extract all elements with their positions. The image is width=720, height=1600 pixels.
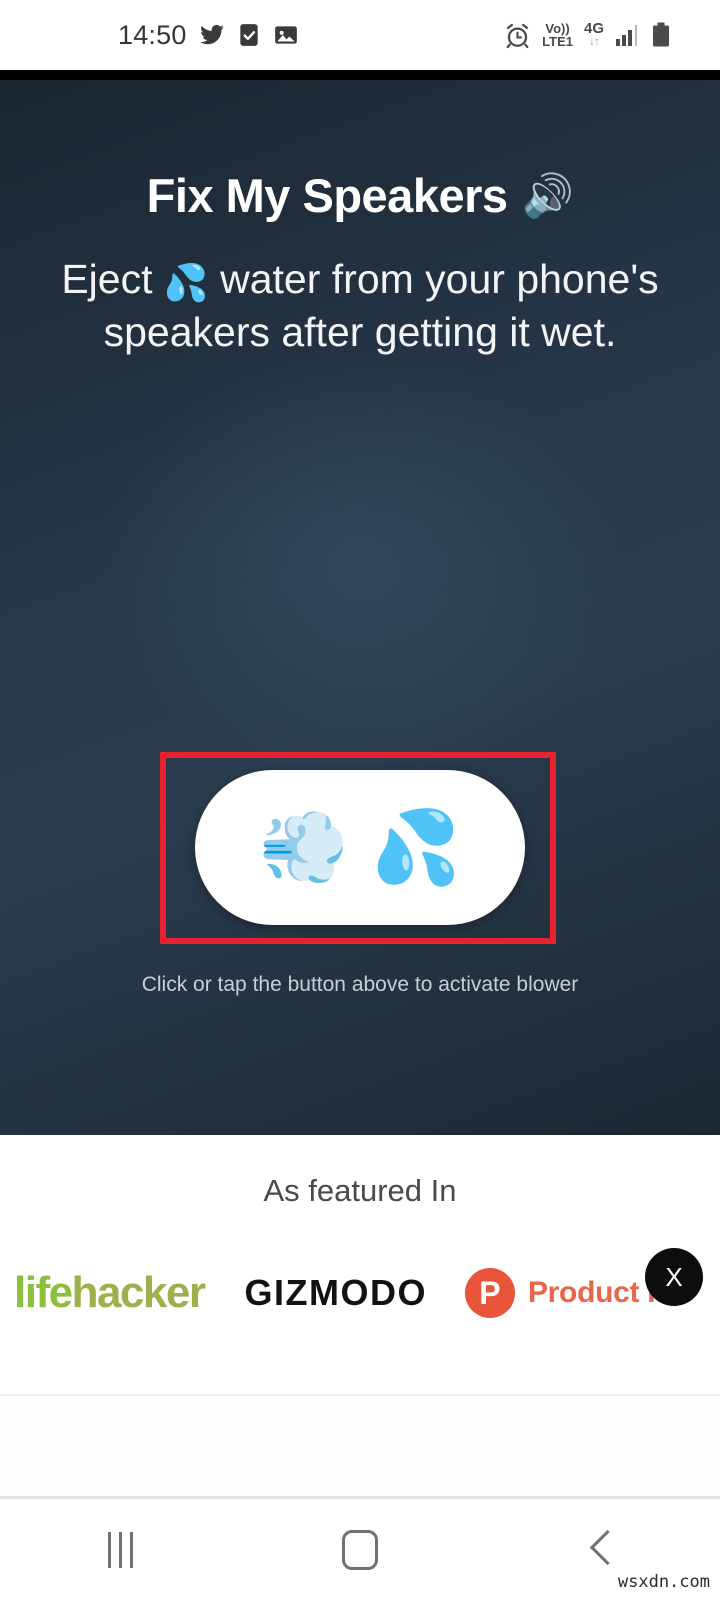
logo-product-hunt[interactable]: P Product H: [464, 1268, 669, 1318]
close-ad-button[interactable]: X: [645, 1248, 703, 1306]
water-droplets-icon: 💦: [163, 262, 209, 303]
status-bar: 14:50 Vo)) LTE1 4G ↓↑: [0, 0, 720, 70]
dashing-wind-icon: 💨: [259, 807, 349, 888]
as-featured-title: As featured In: [263, 1173, 457, 1208]
page-title-text: Fix My Speakers: [146, 169, 508, 222]
volte-indicator: Vo)) LTE1: [542, 22, 573, 48]
status-bar-right: Vo)) LTE1 4G ↓↑: [504, 21, 670, 49]
alarm-icon: [504, 22, 531, 49]
page-title: Fix My Speakers 🔊: [0, 168, 720, 223]
battery-icon: [652, 22, 670, 48]
back-chevron-icon: [589, 1531, 611, 1569]
page-subtitle: Eject 💦 water from your phone's speakers…: [60, 253, 660, 359]
logo-lifehacker-part-2: hacker: [71, 1268, 206, 1317]
recents-button[interactable]: [60, 1510, 180, 1590]
logo-gizmodo[interactable]: GIZMODO: [244, 1272, 426, 1314]
checkbox-icon: [237, 22, 261, 48]
status-bar-clock: 14:50: [118, 19, 187, 50]
twitter-icon: [199, 22, 225, 48]
activate-blower-button[interactable]: 💨 💦: [195, 770, 525, 925]
logo-lifehacker[interactable]: lifehacker: [14, 1268, 206, 1317]
logo-lifehacker-part-1: life: [14, 1268, 73, 1317]
recents-icon: [107, 1531, 133, 1568]
network-indicator: 4G ↓↑: [584, 21, 604, 48]
data-arrows-icon: ↓↑: [588, 34, 600, 48]
android-nav-bar: [0, 1499, 720, 1600]
hero-section: Fix My Speakers 🔊 Eject 💦 water from you…: [0, 80, 720, 1135]
subtitle-part-1: Eject: [61, 256, 153, 302]
sweat-droplets-icon: 💦: [371, 807, 461, 888]
status-bar-left: 14:50: [118, 20, 299, 51]
image-icon: [273, 22, 299, 48]
featured-logo-list: lifehacker GIZMODO P Product H: [0, 1253, 720, 1333]
watermark: wsxdn.com: [617, 1572, 710, 1592]
speaker-icon: 🔊: [521, 171, 574, 219]
as-featured-section: As featured In lifehacker GIZMODO P Prod…: [0, 1135, 720, 1395]
blower-hint-text: Click or tap the button above to activat…: [141, 973, 579, 996]
product-hunt-badge-icon: P: [464, 1268, 515, 1318]
home-button[interactable]: [300, 1510, 420, 1590]
status-bar-black-strip: [0, 70, 720, 80]
home-icon: [342, 1529, 378, 1570]
volte-line-2: LTE1: [542, 34, 573, 49]
lower-blank-area: [0, 1396, 720, 1496]
phone-screen: 14:50 Vo)) LTE1 4G ↓↑ Fix My Speakers 🔊 …: [0, 0, 720, 1600]
signal-bars-icon: [615, 23, 641, 47]
